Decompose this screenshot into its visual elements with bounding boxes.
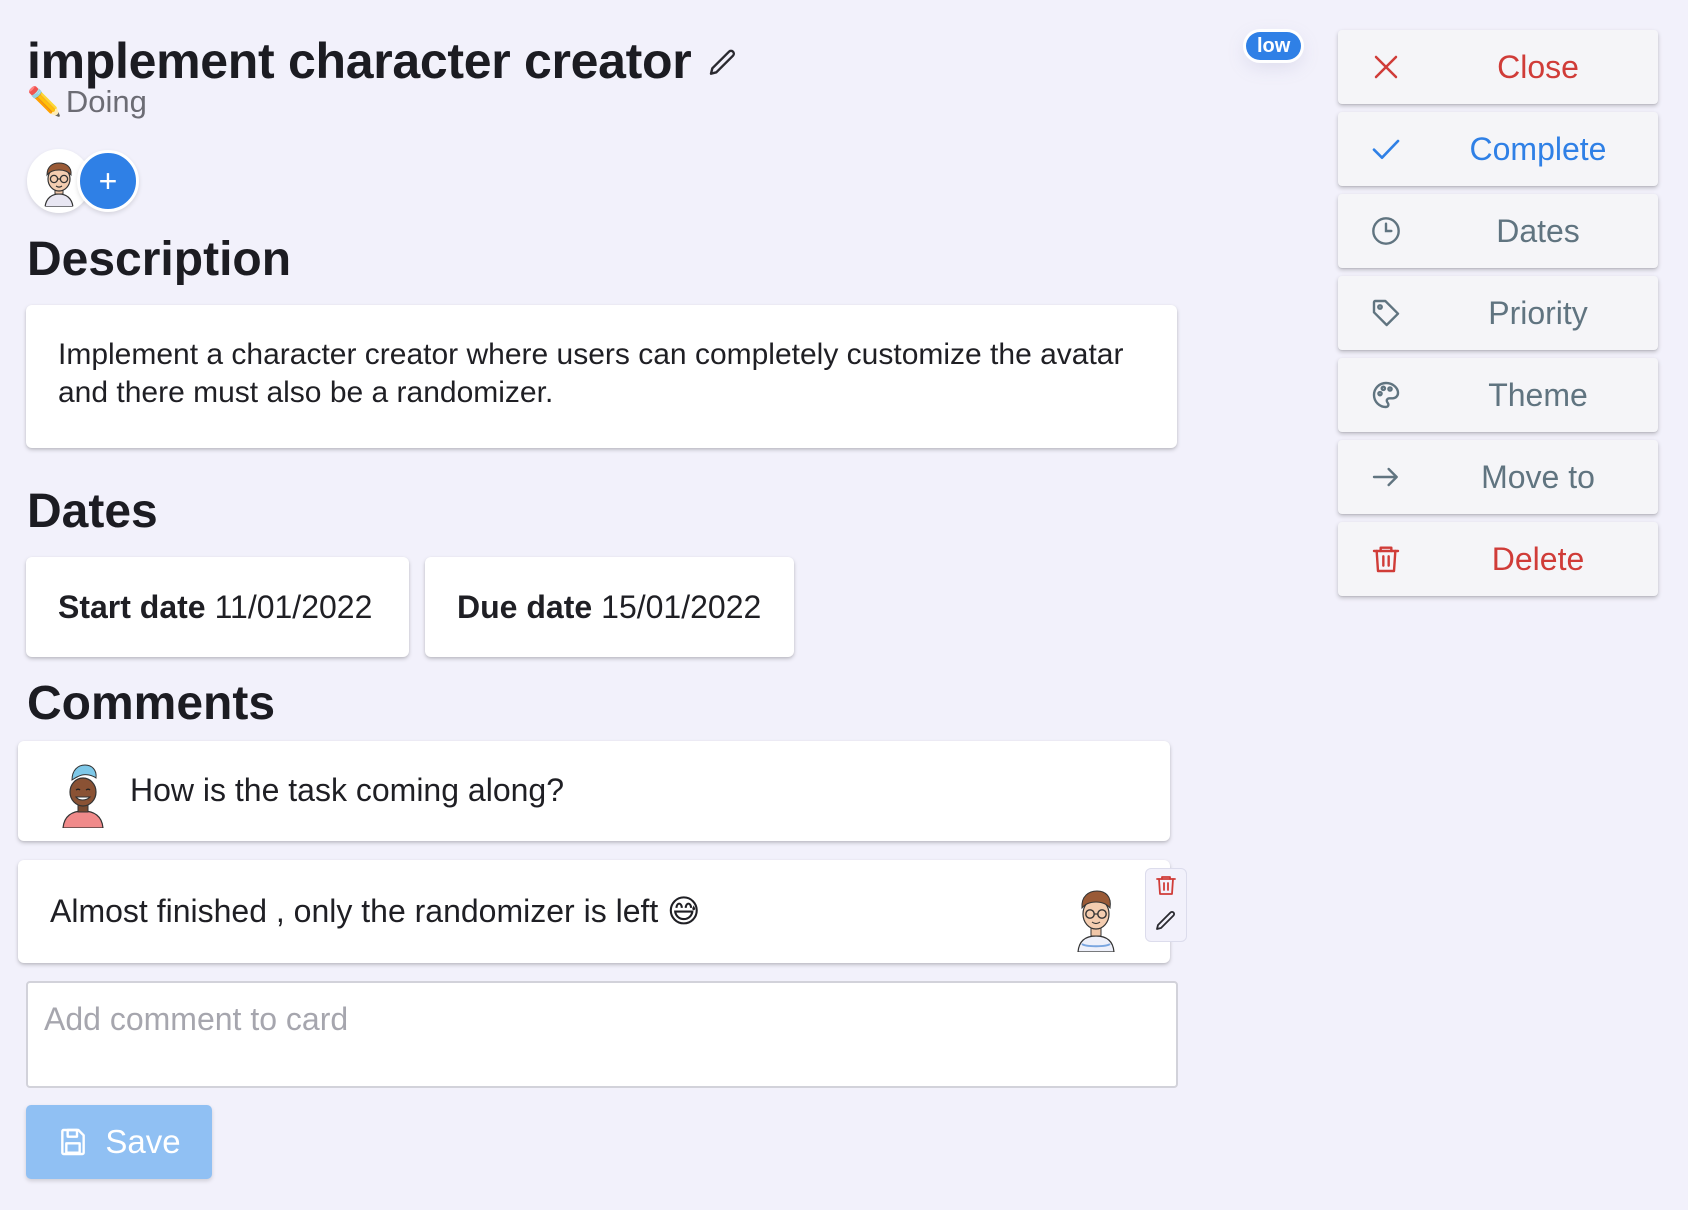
- move-to-button[interactable]: Move to: [1338, 440, 1658, 514]
- description-heading: Description: [27, 233, 292, 286]
- card-title[interactable]: implement character creator: [27, 30, 692, 92]
- start-date-card[interactable]: Start date 11/01/2022: [26, 557, 409, 657]
- add-member-button[interactable]: +: [77, 150, 139, 212]
- avatar-man-glasses-icon: [1077, 890, 1115, 952]
- comment-input[interactable]: [26, 981, 1178, 1088]
- save-icon: [61, 1128, 86, 1156]
- arrow-right-icon: [1370, 461, 1402, 493]
- delete-button[interactable]: Delete: [1338, 522, 1658, 596]
- description-text: Implement a character creator where user…: [58, 338, 1124, 409]
- dates-button-label: Dates: [1496, 213, 1580, 249]
- comment-actions: [1145, 868, 1187, 942]
- comment-item: Almost finished , only the randomizer is…: [18, 860, 1170, 963]
- title-row: implement character creator: [27, 30, 741, 92]
- priority-badge: low: [1246, 32, 1302, 60]
- check-icon: [1370, 133, 1402, 165]
- pencil-emoji-icon: ✏️: [27, 86, 62, 117]
- pencil-icon: [1156, 910, 1175, 930]
- delete-comment-button[interactable]: [1154, 872, 1178, 903]
- comments-heading: Comments: [27, 677, 276, 730]
- start-date-label: Start date: [58, 588, 206, 625]
- due-date-label: Due date: [457, 588, 593, 625]
- save-button-label: Save: [105, 1123, 181, 1160]
- move-to-button-label: Move to: [1481, 459, 1595, 495]
- status-label: Doing: [65, 84, 147, 119]
- pencil-icon: [710, 49, 736, 75]
- theme-button[interactable]: Theme: [1338, 358, 1658, 432]
- comment-text: How is the task coming along?: [130, 772, 564, 808]
- clock-icon: [1370, 215, 1402, 247]
- dates-button[interactable]: Dates: [1338, 194, 1658, 268]
- complete-button-label: Complete: [1469, 131, 1607, 167]
- description-card[interactable]: Implement a character creator where user…: [26, 305, 1177, 448]
- comment-item: How is the task coming along?: [18, 741, 1170, 841]
- priority-button[interactable]: Priority: [1338, 276, 1658, 350]
- members-row: +: [27, 149, 139, 213]
- trash-icon: [1370, 543, 1402, 575]
- card-status: ✏️ Doing: [27, 84, 147, 120]
- palette-icon: [1370, 379, 1402, 411]
- close-button[interactable]: Close: [1338, 30, 1658, 104]
- due-date-value: 15/01/2022: [601, 588, 762, 625]
- close-icon: [1370, 51, 1402, 83]
- edit-comment-button[interactable]: [1154, 908, 1178, 939]
- trash-icon: [1156, 875, 1176, 895]
- card-detail-main: implement character creator ✏️ Doing + D…: [0, 0, 1240, 1210]
- dates-heading: Dates: [27, 485, 158, 538]
- complete-button[interactable]: Complete: [1338, 112, 1658, 186]
- edit-title-button[interactable]: [705, 45, 741, 81]
- tag-icon: [1370, 297, 1402, 329]
- start-date-value: 11/01/2022: [214, 588, 373, 625]
- comment-text: Almost finished , only the randomizer is…: [50, 893, 701, 929]
- theme-button-label: Theme: [1488, 377, 1588, 413]
- save-button[interactable]: Save: [26, 1105, 212, 1179]
- close-button-label: Close: [1497, 49, 1579, 85]
- due-date-card[interactable]: Due date 15/01/2022: [425, 557, 794, 657]
- priority-button-label: Priority: [1488, 295, 1588, 331]
- delete-button-label: Delete: [1491, 541, 1585, 577]
- avatar-woman-icon: [62, 764, 104, 828]
